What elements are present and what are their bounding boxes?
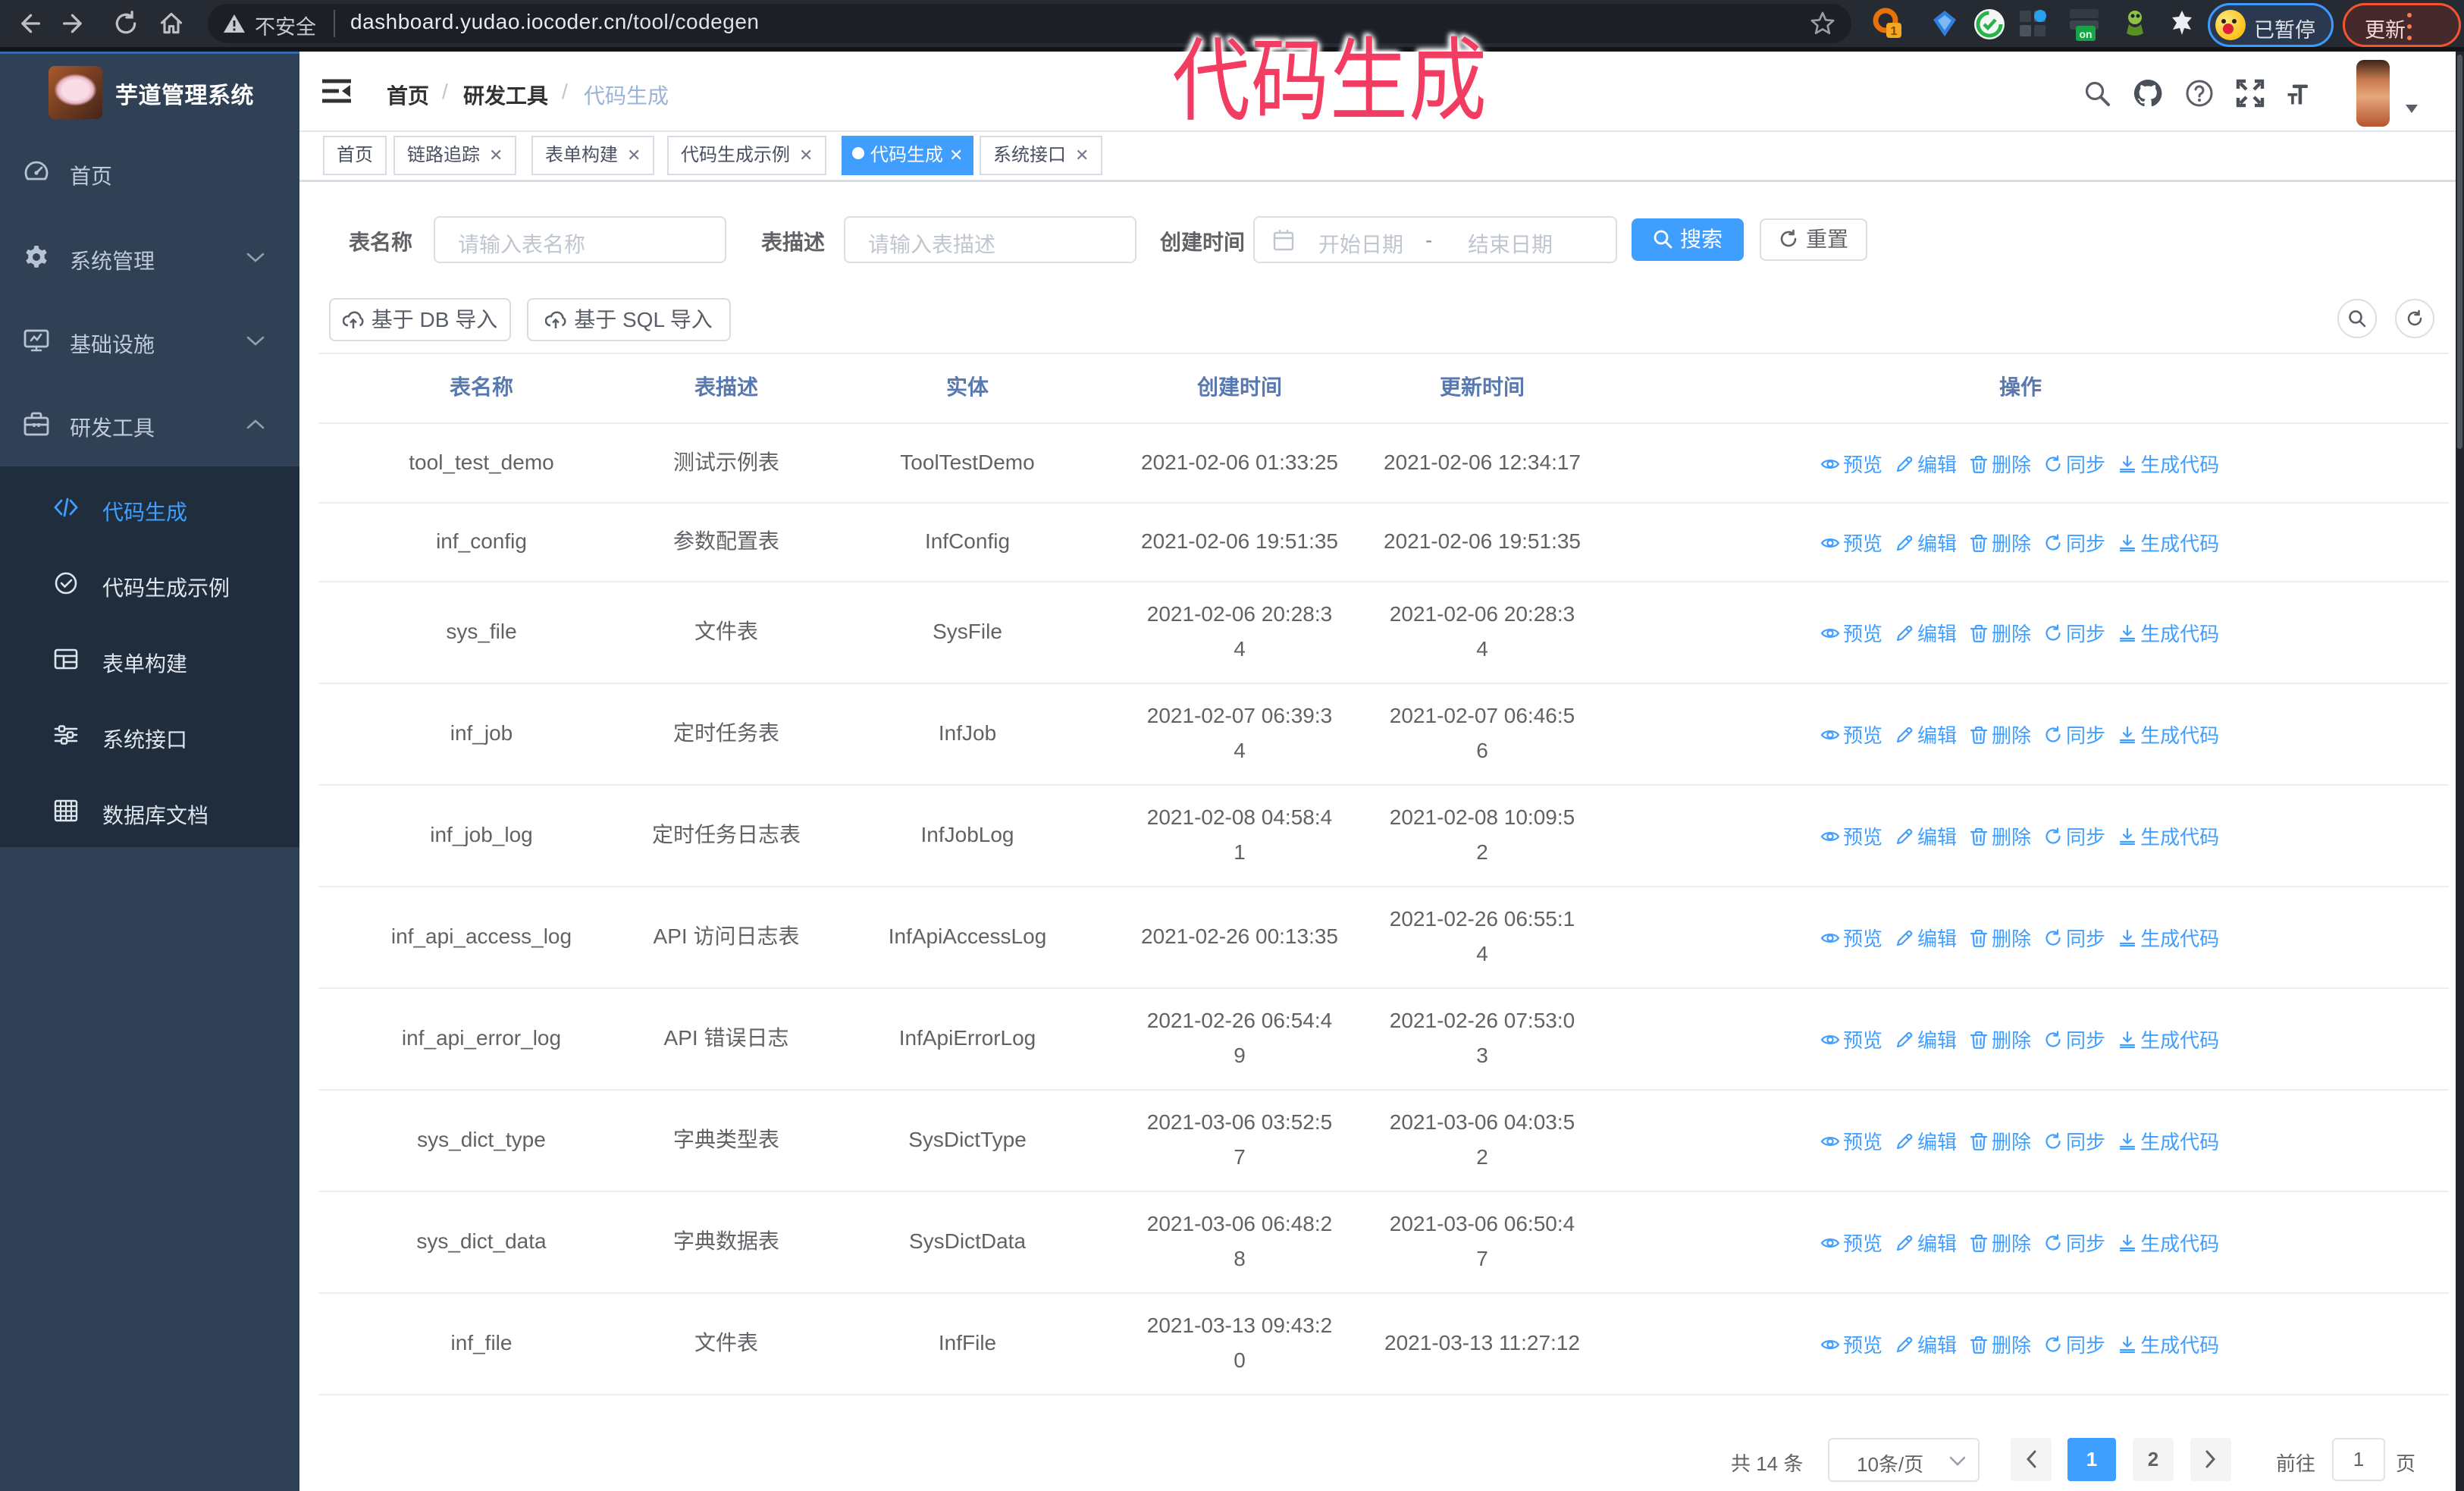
svg-text:on: on [2079,28,2092,40]
svg-text:1: 1 [1891,25,1898,38]
